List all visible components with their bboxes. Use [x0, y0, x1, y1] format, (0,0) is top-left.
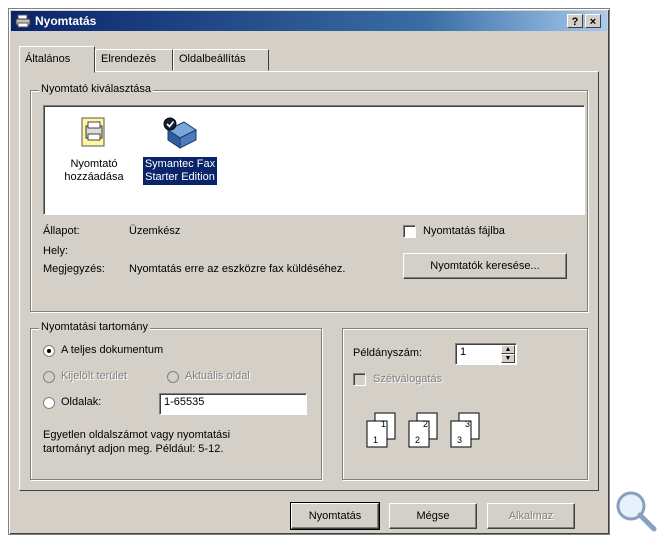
- printer-item-fax[interactable]: Symantec Fax Starter Edition: [140, 116, 220, 185]
- print-dialog: Nyomtatás ? × Általános Elrendezés Oldal…: [8, 8, 610, 535]
- range-current-page-label: Aktuális oldal: [185, 370, 250, 382]
- collate-page-3b: 3: [457, 435, 462, 445]
- range-hint-line1: Egyetlen oldalszámot vagy nyomtatási: [43, 429, 231, 441]
- tab-general-label: Általános: [25, 53, 71, 65]
- help-button[interactable]: ?: [567, 14, 583, 28]
- find-printers-label: Nyomtatók keresése...: [430, 260, 540, 272]
- comment-label: Megjegyzés:: [43, 263, 105, 275]
- range-hint-line2: tartományt adjon meg. Például: 5-12.: [43, 443, 224, 455]
- copies-up-button[interactable]: ▲: [501, 345, 515, 354]
- copies-group: Példányszám: 1 ▲ ▼ Szétválogatás 1 1 2 2…: [342, 328, 588, 480]
- collate-page-2a: 2: [423, 419, 428, 429]
- copies-down-button[interactable]: ▼: [501, 354, 515, 363]
- collate-label: Szétválogatás: [373, 373, 443, 385]
- range-pages-label: Oldalak:: [61, 396, 102, 408]
- range-all-label: A teljes dokumentum: [61, 344, 164, 356]
- printer-item-add-label: Nyomtató hozzáadása: [64, 158, 124, 183]
- collate-illustration-icon: 1 1 2 2 3 3: [366, 412, 480, 448]
- page-range-group: Nyomtatási tartomány A teljes dokumentum…: [30, 321, 322, 480]
- printer-select-legend: Nyomtató kiválasztása: [39, 83, 154, 95]
- collate-page-2b: 2: [415, 435, 420, 445]
- fax-printer-icon: [163, 117, 197, 149]
- print-to-file-label: Nyomtatás fájlba: [423, 225, 505, 237]
- magnifier-icon[interactable]: [614, 489, 658, 533]
- range-current-page-radio[interactable]: [167, 371, 179, 383]
- tab-layout-label: Elrendezés: [101, 53, 157, 65]
- range-selection-label: Kijelölt terület: [61, 370, 128, 382]
- page-range-legend: Nyomtatási tartomány: [39, 321, 150, 333]
- comment-value: Nyomtatás erre az eszközre fax küldéséhe…: [129, 263, 346, 275]
- print-button[interactable]: Nyomtatás: [290, 502, 380, 530]
- range-pages-radio[interactable]: [43, 397, 55, 409]
- cancel-button[interactable]: Mégse: [389, 503, 477, 529]
- apply-button-label: Alkalmaz: [508, 510, 554, 522]
- tab-page-setup[interactable]: Oldalbeállítás: [173, 49, 269, 71]
- tab-general[interactable]: Általános: [19, 46, 95, 73]
- print-to-file-checkbox[interactable]: [403, 225, 416, 238]
- title-bar[interactable]: Nyomtatás ? ×: [11, 11, 607, 31]
- range-all-radio[interactable]: [43, 345, 55, 357]
- tab-layout[interactable]: Elrendezés: [95, 49, 173, 71]
- collate-page-1b: 1: [373, 435, 378, 445]
- close-button[interactable]: ×: [585, 14, 601, 28]
- collate-checkbox[interactable]: [353, 373, 366, 386]
- copies-input-value: 1: [460, 346, 467, 358]
- copies-label: Példányszám:: [353, 347, 423, 359]
- add-printer-icon: [81, 117, 105, 147]
- pages-input-value: 1-65535: [164, 396, 205, 408]
- tab-page-setup-label: Oldalbeállítás: [179, 53, 246, 65]
- window-title: Nyomtatás: [35, 14, 97, 28]
- printer-item-fax-label: Symantec Fax Starter Edition: [142, 157, 218, 185]
- print-button-label: Nyomtatás: [308, 510, 362, 522]
- printer-list[interactable]: Nyomtató hozzáadása Symantec Fax Starter E…: [43, 105, 585, 215]
- general-tab-panel: Nyomtató kiválasztása Nyomtató hozzáadása: [19, 71, 599, 491]
- status-label: Állapot:: [43, 225, 80, 237]
- pages-input[interactable]: 1-65535: [159, 393, 307, 415]
- printer-select-group: Nyomtató kiválasztása Nyomtató hozzáadása: [30, 83, 588, 312]
- collate-page-3a: 3: [465, 419, 470, 429]
- status-value: Üzemkész: [129, 225, 181, 237]
- location-label: Hely:: [43, 245, 69, 257]
- range-selection-radio[interactable]: [43, 371, 55, 383]
- cancel-button-label: Mégse: [416, 510, 450, 522]
- collate-page-1a: 1: [381, 419, 386, 429]
- apply-button[interactable]: Alkalmaz: [487, 503, 575, 529]
- find-printers-button[interactable]: Nyomtatók keresése...: [403, 253, 567, 279]
- printer-icon: [15, 14, 31, 28]
- printer-item-add[interactable]: Nyomtató hozzáadása: [54, 116, 134, 185]
